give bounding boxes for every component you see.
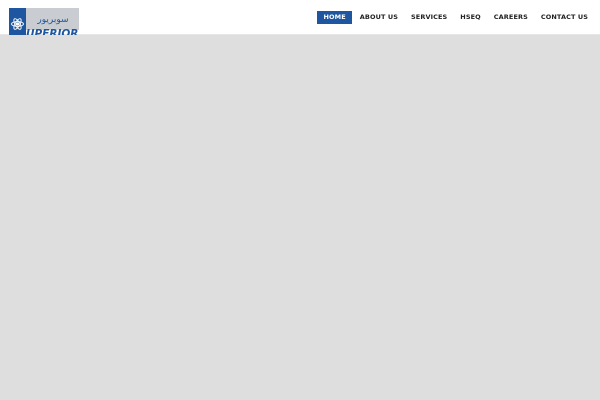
nav-item-home[interactable]: HOME (317, 11, 352, 24)
nav-item-hseq[interactable]: HSEQ (455, 11, 486, 24)
logo-arabic-text: سوبريور (36, 15, 68, 25)
hero-area (0, 35, 600, 400)
nav-item-about-us[interactable]: ABOUT US (355, 11, 403, 24)
nav-item-careers[interactable]: CAREERS (489, 11, 533, 24)
main-nav: HOME ABOUT US SERVICES HSEQ CAREERS CONT… (314, 11, 593, 24)
site-header: سوبريور UPERIOR HOME ABOUT US SERVICES H… (0, 0, 600, 40)
nav-item-contact-us[interactable]: CONTACT US (536, 11, 593, 24)
nav-item-services[interactable]: SERVICES (406, 11, 452, 24)
